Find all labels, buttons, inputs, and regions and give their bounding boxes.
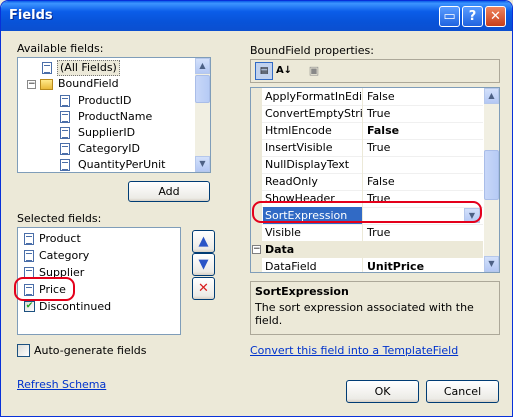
- field-icon: [60, 95, 70, 107]
- category-row[interactable]: − Data: [251, 241, 483, 258]
- property-description: SortExpression The sort expression assoc…: [250, 281, 500, 335]
- property-row[interactable]: HtmlEncode False: [251, 122, 483, 140]
- move-up-icon[interactable]: ▲: [192, 230, 215, 253]
- description-text: The sort expression associated with the …: [255, 301, 474, 327]
- add-button[interactable]: Add: [128, 181, 210, 202]
- help-icon[interactable]: ?: [462, 6, 483, 27]
- scroll-down-icon[interactable]: ▼: [195, 156, 210, 172]
- available-fields-label: Available fields:: [17, 42, 104, 55]
- close-icon[interactable]: ✕: [485, 6, 506, 27]
- document-icon: [42, 62, 52, 74]
- property-row[interactable]: DataField UnitPrice: [251, 258, 483, 272]
- collapse-icon[interactable]: −: [252, 245, 261, 254]
- cancel-button[interactable]: Cancel: [426, 380, 499, 403]
- delete-icon[interactable]: ✕: [192, 277, 215, 300]
- folder-icon: [40, 79, 53, 90]
- property-row[interactable]: NullDisplayText: [251, 156, 483, 174]
- convert-templatefield-link[interactable]: Convert this field into a TemplateField: [250, 344, 458, 357]
- field-icon: [24, 233, 34, 245]
- property-row[interactable]: InsertVisible True: [251, 139, 483, 157]
- property-scrollbar[interactable]: ▲ ▼: [484, 88, 499, 272]
- selected-fields-label: Selected fields:: [17, 212, 102, 225]
- available-fields-tree[interactable]: (All Fields) − BoundField ProductID Prod…: [17, 57, 211, 173]
- auto-generate-label: Auto-generate fields: [34, 344, 147, 357]
- window-title: Fields: [9, 8, 53, 23]
- field-icon: [60, 127, 70, 139]
- restore-icon[interactable]: ▭: [439, 6, 460, 27]
- alphabetical-sort-icon[interactable]: A↓: [275, 62, 293, 80]
- scroll-up-icon[interactable]: ▲: [195, 58, 210, 74]
- property-row[interactable]: ApplyFormatInEditM False: [251, 88, 483, 106]
- checkbox-field-icon: ✔: [24, 301, 35, 312]
- scroll-down-icon[interactable]: ▼: [484, 256, 499, 272]
- title-bar[interactable]: Fields ▭ ? ✕: [1, 1, 512, 31]
- property-row[interactable]: Visible True: [251, 224, 483, 242]
- collapse-icon[interactable]: −: [27, 80, 36, 89]
- available-scrollbar[interactable]: ▲ ▼: [195, 58, 210, 172]
- properties-label: BoundField properties:: [250, 44, 374, 57]
- annotation-highlight: [252, 201, 482, 223]
- scroll-thumb[interactable]: [195, 75, 210, 103]
- field-icon: [60, 159, 70, 171]
- property-row[interactable]: ReadOnly False: [251, 173, 483, 191]
- field-icon: [24, 250, 34, 262]
- move-down-icon[interactable]: ▼: [192, 253, 215, 276]
- property-row[interactable]: ConvertEmptyString True: [251, 105, 483, 123]
- ok-button[interactable]: OK: [346, 380, 419, 403]
- field-icon: [60, 143, 70, 155]
- auto-generate-checkbox[interactable]: [17, 344, 30, 357]
- properties-toolbar: ▤ A↓ ▣: [250, 59, 500, 83]
- refresh-schema-link[interactable]: Refresh Schema: [17, 378, 106, 391]
- fields-dialog: Fields ▭ ? ✕ Available fields: (All Fiel…: [0, 0, 513, 417]
- scroll-up-icon[interactable]: ▲: [484, 88, 499, 104]
- description-title: SortExpression: [255, 285, 349, 298]
- property-grid[interactable]: ApplyFormatInEditM False ConvertEmptyStr…: [250, 87, 500, 273]
- property-pages-icon[interactable]: ▣: [305, 62, 323, 80]
- categorized-icon[interactable]: ▤: [255, 62, 273, 80]
- field-icon: [60, 111, 70, 123]
- scroll-thumb[interactable]: [484, 150, 499, 200]
- annotation-highlight: [14, 277, 75, 301]
